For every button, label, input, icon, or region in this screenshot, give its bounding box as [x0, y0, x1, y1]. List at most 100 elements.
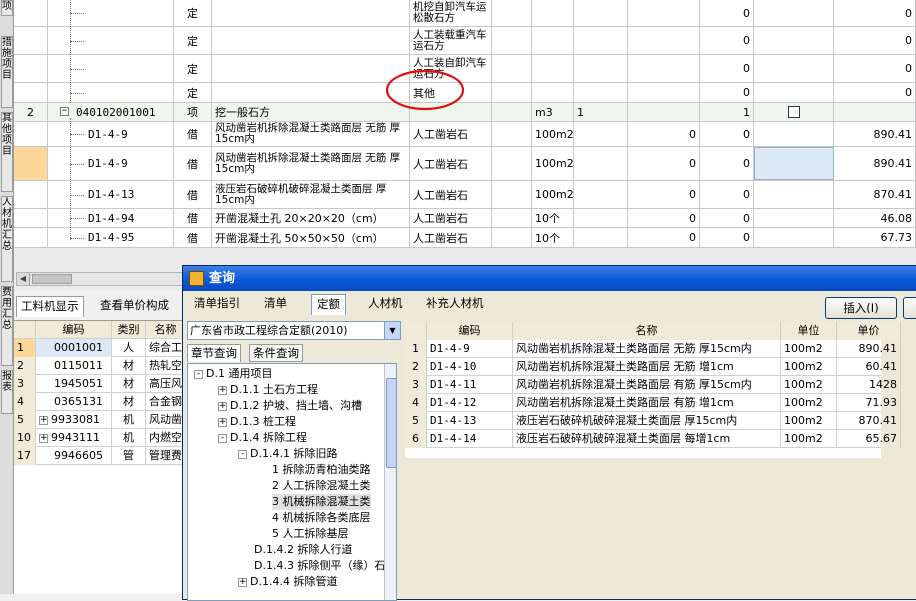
- tree-node-selected[interactable]: 3 机械拆除混凝土类: [272, 494, 371, 510]
- table-header: 编码 类别 名称: [14, 321, 186, 339]
- tab-quota[interactable]: 定额: [311, 294, 346, 315]
- quota-set-select[interactable]: 广东省市政工程综合定额(2010) ▼: [187, 321, 401, 340]
- dialog-title: 查询: [209, 271, 236, 286]
- type-cell: 项: [174, 103, 212, 121]
- tab-chapter-search[interactable]: 章节查询: [187, 344, 241, 362]
- type-cell: 定: [174, 55, 212, 82]
- tab-unit-price-breakdown[interactable]: 查看单价构成: [96, 296, 173, 317]
- table-row[interactable]: 3 1945051 材 高压风管: [14, 375, 186, 393]
- vertical-tab-2[interactable]: 其他项目: [1, 112, 13, 192]
- tree-line: [70, 195, 84, 196]
- type-cell: 定: [174, 0, 212, 26]
- name-cell: [212, 27, 410, 54]
- spec-cell: 人工装载重汽车运石方: [410, 27, 492, 54]
- value-cell: 0: [700, 27, 754, 54]
- scroll-left-icon[interactable]: ◀: [17, 273, 30, 285]
- table-row[interactable]: D1-4-95 借 开凿混凝土孔 50×50×50（cm） 人工凿岩石 10个 …: [14, 228, 916, 248]
- vertical-tab-3[interactable]: 人材机汇总: [1, 196, 13, 282]
- tree-node[interactable]: + D.1.1 土石方工程: [218, 382, 318, 398]
- expand-icon[interactable]: +: [218, 385, 227, 395]
- tree-node[interactable]: 5 人工拆除基层: [272, 526, 349, 542]
- tree-node[interactable]: + D.1.3 桩工程: [218, 414, 296, 430]
- tab-resource-display[interactable]: 工料机显示: [16, 296, 84, 317]
- table-row[interactable]: 1 0001001 人 综合工日: [14, 339, 186, 357]
- price-cell: 67.73: [834, 228, 916, 247]
- scroll-thumb[interactable]: [386, 378, 396, 468]
- table-row-selected[interactable]: D1-4-9 借 风动凿岩机拆除混凝土类路面层 无筋 厚15cm内 人工凿岩石 …: [14, 147, 916, 181]
- expand-icon[interactable]: +: [238, 577, 247, 587]
- table-row[interactable]: 3 D1-4-11 风动凿岩机拆除混凝土类路面层 有筋 厚15cm内 100m2…: [405, 376, 901, 394]
- tab-bill[interactable]: 清单: [259, 294, 292, 315]
- expand-icon[interactable]: +: [39, 415, 48, 425]
- table-row[interactable]: 6 D1-4-14 液压岩石破碎机破碎混凝土类面层 每增1cm 100m2 65…: [405, 430, 901, 448]
- unit-cell: 100m2: [781, 376, 837, 394]
- value-cell: 0: [700, 181, 754, 208]
- tree-node[interactable]: D.1.4.3 拆除侧平（缘）石: [254, 558, 385, 574]
- collapse-toggle[interactable]: −: [60, 107, 69, 116]
- code-cell: [48, 55, 174, 82]
- row-number: 6: [405, 430, 427, 448]
- scroll-thumb[interactable]: [32, 274, 72, 284]
- price-cell: 46.08: [834, 209, 916, 227]
- tree-node[interactable]: - D.1.4 拆除工程: [218, 430, 307, 446]
- header-name: 名称: [513, 322, 781, 340]
- tree-node[interactable]: - D.1 通用项目: [194, 366, 272, 382]
- expand-icon[interactable]: +: [218, 417, 227, 427]
- vertical-tab-0[interactable]: 项: [1, 0, 13, 16]
- second-button[interactable]: [903, 297, 916, 319]
- table-row[interactable]: 1 D1-4-9 风动凿岩机拆除混凝土类路面层 无筋 厚15cm内 100m2 …: [405, 340, 901, 358]
- value-cell: 0: [700, 209, 754, 227]
- qty-cell: 1: [574, 103, 628, 121]
- table-row[interactable]: D1-4-13 借 液压岩石破碎机破碎混凝土类面层 厚15cm内 人工凿岩石 1…: [14, 181, 916, 209]
- table-row[interactable]: 2 0115011 材 热轧空心钢: [14, 357, 186, 375]
- chevron-down-icon[interactable]: ▼: [384, 322, 400, 339]
- table-row[interactable]: D1-4-94 借 开凿混凝土孔 20×20×20（cm） 人工凿岩石 10个 …: [14, 209, 916, 228]
- vertical-tab-5[interactable]: 报表: [1, 370, 13, 414]
- tree-node[interactable]: - D.1.4.1 拆除旧路: [238, 446, 337, 462]
- table-row[interactable]: 5 D1-4-13 液压岩石破碎机破碎混凝土类面层 厚15cm内 100m2 8…: [405, 412, 901, 430]
- tree-node[interactable]: + D.1.2 护坡、挡土墙、沟槽: [218, 398, 362, 414]
- table-row[interactable]: 定 人工装载重汽车运石方 0 0: [14, 27, 916, 55]
- header-cell: [14, 321, 36, 339]
- collapse-icon[interactable]: -: [238, 449, 247, 459]
- collapse-icon[interactable]: -: [218, 433, 227, 443]
- tab-supplementary-resources[interactable]: 补充人材机: [421, 294, 489, 315]
- table-row[interactable]: 4 D1-4-12 风动凿岩机拆除混凝土类路面层 有筋 增1cm 100m2 7…: [405, 394, 901, 412]
- tab-condition-search[interactable]: 条件查询: [249, 344, 303, 362]
- price-cell: 890.41: [834, 122, 916, 146]
- tree-node[interactable]: + D.1.4.4 拆除管道: [238, 574, 337, 590]
- code-cell: D1-4-11: [427, 376, 513, 394]
- expand-icon[interactable]: +: [39, 433, 48, 443]
- vertical-tab-1[interactable]: 措施项目: [1, 36, 13, 108]
- table-row[interactable]: 5 +9933081 机 风动凿岩机: [14, 411, 186, 429]
- tree-node[interactable]: 1 拆除沥青柏油类路: [272, 462, 371, 478]
- tab-resources[interactable]: 人材机: [363, 294, 408, 315]
- app-icon: [189, 271, 204, 286]
- table-row[interactable]: 定 机挖自卸汽车运松散石方 0 0: [14, 0, 916, 27]
- unit-cell: 10个: [532, 228, 574, 247]
- tree-node[interactable]: D.1.4.2 拆除人行道: [254, 542, 352, 558]
- tree-line: [70, 164, 84, 165]
- tab-bill-guide[interactable]: 清单指引: [189, 294, 245, 315]
- table-row[interactable]: 17 9946605 管 管理费: [14, 447, 186, 465]
- tree-tab-bar: 章节查询 条件查询: [187, 343, 401, 363]
- tree-vertical-scrollbar[interactable]: [384, 364, 396, 600]
- collapse-icon[interactable]: -: [194, 369, 203, 379]
- check-cell: [754, 103, 834, 121]
- table-row[interactable]: 2 D1-4-10 风动凿岩机拆除混凝土类路面层 无筋 增1cm 100m2 6…: [405, 358, 901, 376]
- table-row[interactable]: 10 +9943111 机 内燃空气压缩机: [14, 429, 186, 447]
- expand-icon[interactable]: +: [218, 401, 227, 411]
- check-cell: [754, 209, 834, 227]
- horizontal-scrollbar[interactable]: ◀: [16, 272, 186, 286]
- table-row[interactable]: 4 0365131 材 合金钢钻头: [14, 393, 186, 411]
- selected-cell[interactable]: [754, 147, 834, 180]
- tree-node[interactable]: 4 机械拆除各类底层: [272, 510, 371, 526]
- table-row[interactable]: D1-4-9 借 风动凿岩机拆除混凝土类路面层 无筋 厚15cm内 人工凿岩石 …: [14, 122, 916, 147]
- tree-node[interactable]: 2 人工拆除混凝土类: [272, 478, 371, 494]
- insert-button[interactable]: 插入(I): [825, 297, 897, 319]
- header-code: 编码: [36, 321, 112, 339]
- dialog-title-bar[interactable]: 查询: [183, 266, 916, 291]
- item-checkbox[interactable]: [787, 106, 800, 118]
- vertical-tab-4[interactable]: 费用汇总: [1, 286, 13, 366]
- empty-cell: [492, 0, 532, 26]
